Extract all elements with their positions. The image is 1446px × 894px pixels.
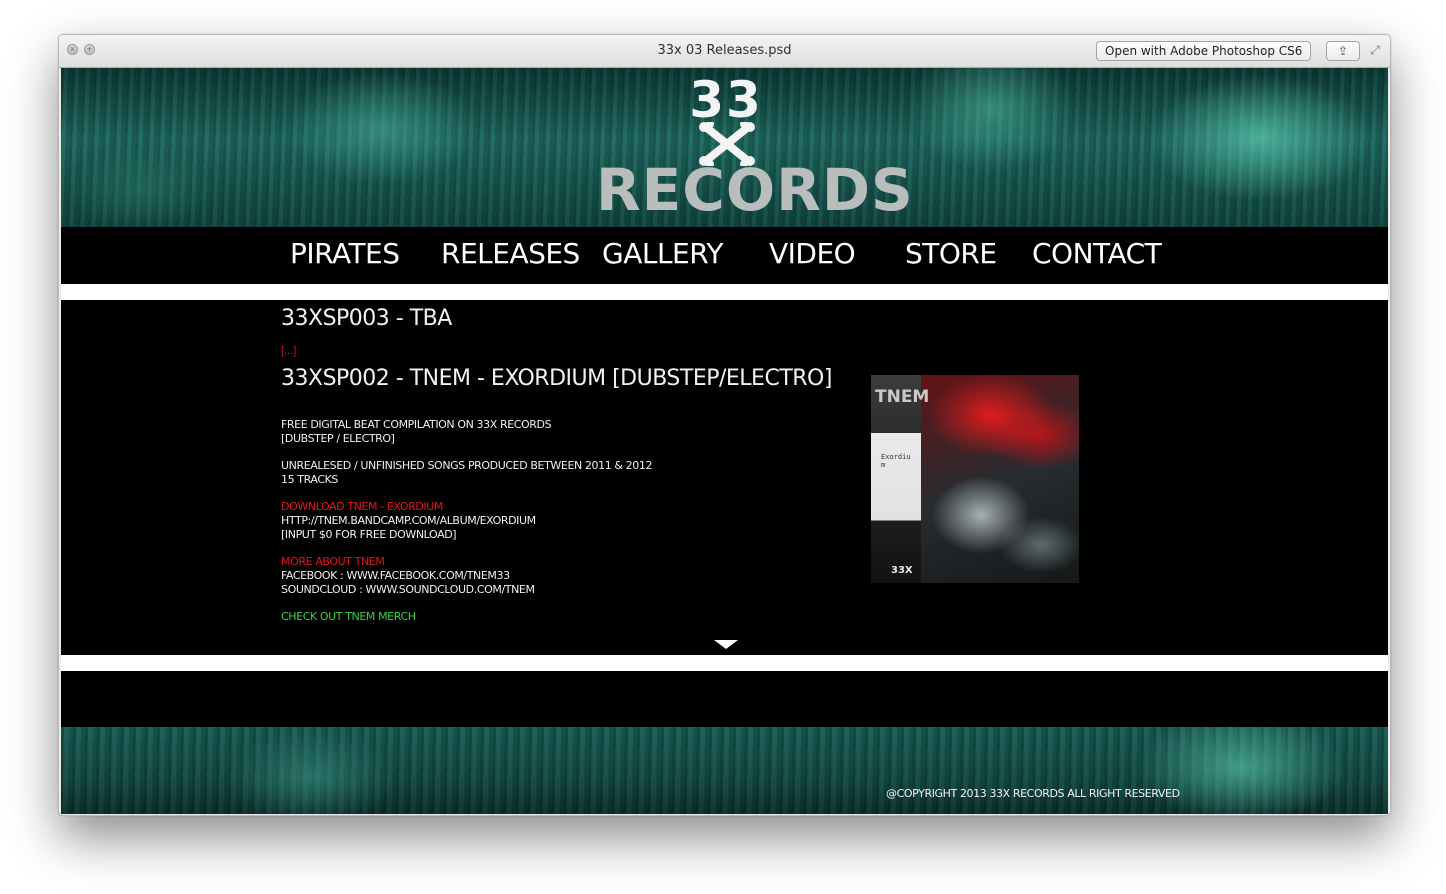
cover-title: Exordium bbox=[881, 453, 911, 469]
nav-store[interactable]: STORE bbox=[905, 237, 997, 270]
merch-link[interactable]: CHECK OUT TNEM MERCH bbox=[281, 610, 841, 624]
divider-top bbox=[61, 284, 1388, 300]
scroll-down-icon[interactable] bbox=[714, 640, 738, 649]
text-line[interactable]: HTTP://TNEM.BANDCAMP.COM/ALBUM/EXORDIUM bbox=[281, 514, 841, 528]
nav-releases[interactable]: RELEASES bbox=[441, 237, 580, 270]
text-line[interactable]: FACEBOOK : WWW.FACEBOOK.COM/TNEM33 bbox=[281, 569, 841, 583]
text-line: [DUBSTEP / ELECTRO] bbox=[281, 432, 395, 445]
text-line: [INPUT $0 FOR FREE DOWNLOAD] bbox=[281, 528, 457, 541]
psd-preview: 33 RECORDS PIRATES RELEASES GALLERY VIDE… bbox=[61, 68, 1388, 814]
title-bar: × + 33x 03 Releases.psd Open with Adobe … bbox=[59, 35, 1390, 68]
text-line: UNREALESED / UNFINISHED SONGS PRODUCED B… bbox=[281, 459, 653, 472]
nav-contact[interactable]: CONTACT bbox=[1032, 237, 1162, 270]
header-banner: 33 RECORDS bbox=[61, 68, 1388, 227]
share-icon[interactable]: ⇪ bbox=[1326, 41, 1360, 61]
logo-wordmark: RECORDS bbox=[596, 156, 914, 224]
read-more-link[interactable]: [...] bbox=[281, 345, 296, 357]
release-title[interactable]: 33XSP003 - TBA bbox=[281, 306, 452, 331]
fullscreen-icon[interactable]: ⤢ bbox=[1368, 43, 1382, 57]
text-line[interactable]: SOUNDCLOUD : WWW.SOUNDCLOUD.COM/TNEM bbox=[281, 583, 841, 597]
album-cover[interactable]: TNEM Exordium 33X bbox=[871, 375, 1079, 583]
more-about-link[interactable]: MORE ABOUT TNEM bbox=[281, 555, 841, 569]
nav-video[interactable]: VIDEO bbox=[769, 237, 856, 270]
text-line: FREE DIGITAL BEAT COMPILATION ON 33X REC… bbox=[281, 418, 552, 431]
divider-bottom bbox=[61, 655, 1388, 671]
cover-label: 33X bbox=[891, 565, 913, 576]
logo-number: 33 bbox=[689, 71, 763, 129]
download-link[interactable]: DOWNLOAD TNEM - EXORDIUM bbox=[281, 500, 841, 514]
footer-spacer bbox=[61, 671, 1388, 727]
text-line: 15 TRACKS bbox=[281, 473, 339, 486]
preview-window: × + 33x 03 Releases.psd Open with Adobe … bbox=[58, 34, 1391, 816]
nav-gallery[interactable]: GALLERY bbox=[602, 237, 724, 270]
footer: @COPYRIGHT 2013 33X RECORDS ALL RIGHT RE… bbox=[61, 727, 1388, 814]
main-nav: PIRATES RELEASES GALLERY VIDEO STORE CON… bbox=[61, 227, 1388, 283]
release-description: FREE DIGITAL BEAT COMPILATION ON 33X REC… bbox=[281, 418, 841, 624]
nav-pirates[interactable]: PIRATES bbox=[290, 237, 400, 270]
releases-section: 33XSP003 - TBA [...] 33XSP002 - TNEM - E… bbox=[61, 302, 1388, 653]
logo: 33 RECORDS bbox=[596, 71, 914, 224]
cover-brand: TNEM bbox=[875, 387, 930, 407]
copyright-text: @COPYRIGHT 2013 33X RECORDS ALL RIGHT RE… bbox=[886, 787, 1180, 800]
release-title[interactable]: 33XSP002 - TNEM - EXORDIUM [DUBSTEP/ELEC… bbox=[281, 366, 832, 391]
open-with-photoshop-button[interactable]: Open with Adobe Photoshop CS6 bbox=[1096, 41, 1312, 61]
